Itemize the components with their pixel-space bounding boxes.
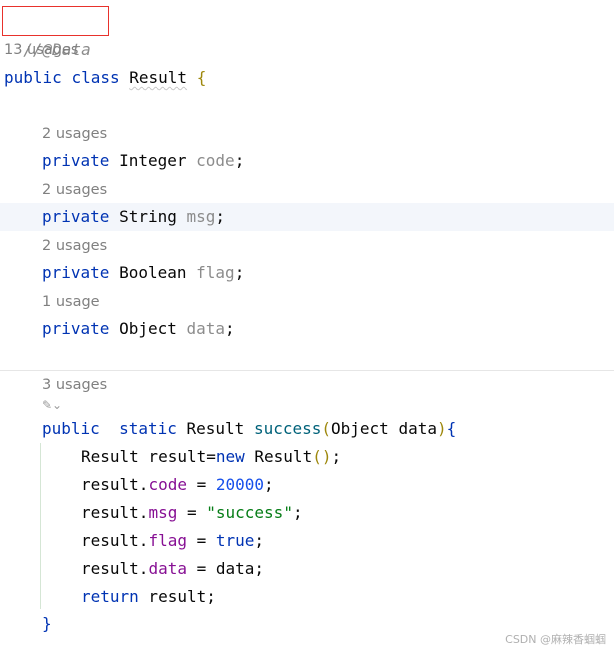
body-line-2[interactable]: result.code = 20000; bbox=[81, 471, 614, 499]
body-line-1[interactable]: Result result=new Result(); bbox=[81, 443, 614, 471]
class-name: Result bbox=[129, 68, 188, 87]
method-name: success bbox=[253, 419, 322, 438]
body-line-6[interactable]: return result; bbox=[81, 583, 614, 611]
field-msg[interactable]: private String msg; bbox=[42, 203, 614, 231]
body-line-4[interactable]: result.flag = true; bbox=[81, 527, 614, 555]
body-line-5[interactable]: result.data = data; bbox=[81, 555, 614, 583]
edit-hint-icon[interactable]: ✎⌄ bbox=[42, 398, 62, 412]
watermark: CSDN @麻辣香蝈蝈 bbox=[505, 633, 606, 646]
method-separator bbox=[0, 370, 614, 371]
method-declaration[interactable]: public static Result success(Object data… bbox=[42, 415, 614, 443]
field-flag[interactable]: private Boolean flag; bbox=[42, 259, 614, 287]
indent-guide bbox=[40, 443, 41, 609]
field-data[interactable]: private Object data; bbox=[42, 315, 614, 343]
class-declaration[interactable]: public class Result { bbox=[4, 64, 614, 92]
comment-line[interactable]: //@Data bbox=[4, 8, 614, 59]
flag-usages-hint[interactable]: 2 usages bbox=[42, 234, 107, 258]
field-code[interactable]: private Integer code; bbox=[42, 147, 614, 175]
code-usages-hint[interactable]: 2 usages bbox=[42, 122, 107, 146]
body-line-3[interactable]: result.msg = "success"; bbox=[81, 499, 614, 527]
data-usages-hint[interactable]: 1 usage bbox=[42, 290, 100, 314]
success-usages-hint[interactable]: 3 usages bbox=[42, 373, 107, 397]
msg-usages-hint[interactable]: 2 usages bbox=[42, 178, 107, 202]
class-usages-hint[interactable]: 13 usages bbox=[4, 38, 78, 62]
